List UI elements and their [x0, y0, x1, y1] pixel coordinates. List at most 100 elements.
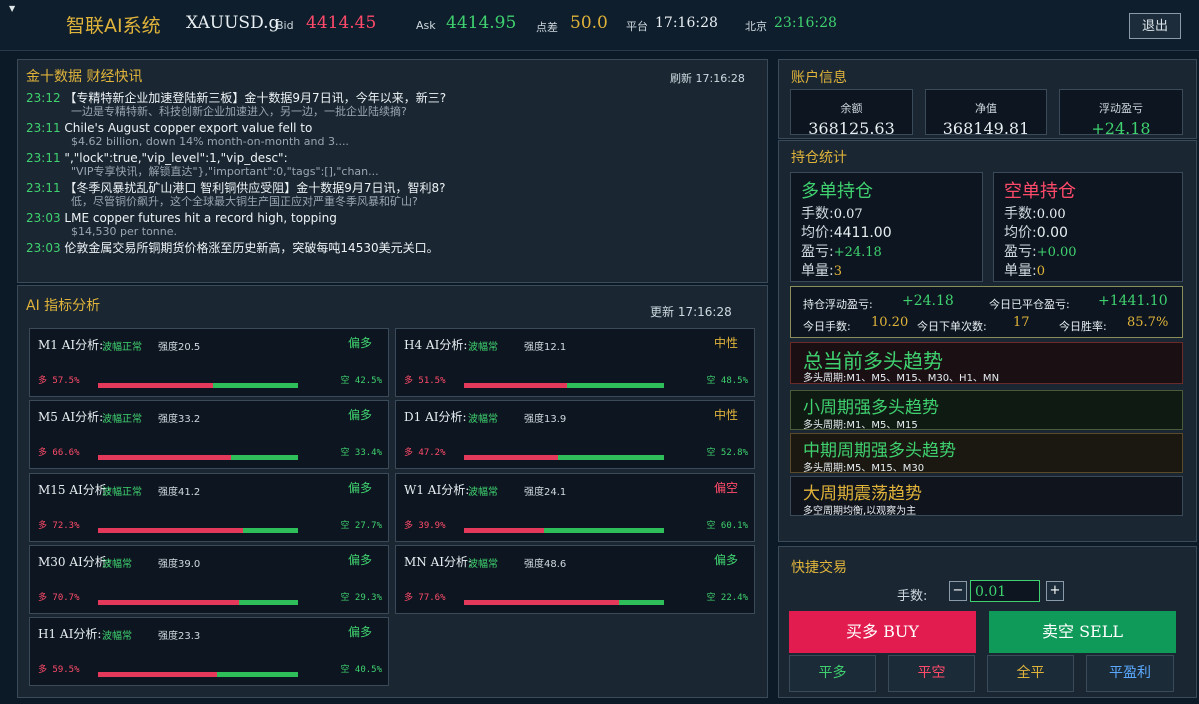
- trend-periods: 多头周期:M5、M15、M30: [803, 463, 925, 474]
- trend-heading: 大周期震荡趋势: [803, 484, 922, 504]
- short-pl-label: 盈亏:: [1004, 244, 1037, 260]
- summary-closed-value: +1441.10: [1098, 293, 1168, 309]
- news-summary: "VIP专享快讯，解锁直达"},"important":0,"tags":[],…: [71, 165, 379, 178]
- trend-box: 中期周期强多头趋势多头周期:M5、M15、M30: [790, 433, 1183, 474]
- sell-button[interactable]: 卖空 SELL: [989, 611, 1176, 653]
- ai-long-bar: [98, 600, 240, 605]
- close-long-button[interactable]: 平多: [789, 655, 876, 692]
- ai-long-pct: 多 70.7%: [38, 593, 80, 603]
- floating-pl-box: 浮动盈亏 +24.18: [1059, 89, 1183, 138]
- ai-long-short-bar: [464, 600, 664, 605]
- news-item[interactable]: 23:11 【冬季风暴扰乱矿山港口 智利铜供应受阻】金十数据9月7日讯，智利8?…: [26, 181, 446, 209]
- close-short-button[interactable]: 平空: [888, 655, 975, 692]
- ai-long-pct: 多 51.5%: [404, 376, 446, 386]
- ai-short-pct: 空 22.4%: [706, 593, 748, 603]
- short-lots-value: 0.00: [1036, 207, 1066, 222]
- summary-today-lots-value: 10.20: [871, 315, 909, 330]
- ai-short-bar: [242, 528, 298, 533]
- ai-signal: 偏多: [347, 553, 372, 567]
- long-count-row: 单量:3: [801, 260, 842, 280]
- ai-timeframe: M15 AI分析:: [38, 483, 111, 497]
- ai-strength: 强度13.9: [524, 414, 567, 425]
- ai-short-bar: [239, 600, 298, 605]
- lots-minus-button[interactable]: −: [949, 581, 967, 601]
- ai-signal: 中性: [713, 336, 738, 350]
- news-item[interactable]: 23:11 Chile's August copper export value…: [26, 122, 349, 149]
- news-item[interactable]: 23:03 LME copper futures hit a record hi…: [26, 212, 337, 239]
- buy-button[interactable]: 买多 BUY: [789, 611, 976, 653]
- ai-wave-status: 波幅常: [468, 559, 498, 570]
- account-title: 账户信息: [791, 70, 847, 86]
- news-item[interactable]: 23:11 ","lock":true,"vip_level":1,"vip_d…: [26, 151, 379, 179]
- long-pl-row: 盈亏:+24.18: [801, 241, 882, 261]
- ai-long-short-bar: [98, 383, 298, 388]
- news-summary: 一边是专精特新、科技创新企业加速进入，另一边，一批企业陆续摘?: [71, 105, 407, 118]
- ai-wave-status: 波幅常: [468, 487, 498, 498]
- ask-price: 4414.95: [446, 13, 517, 33]
- lots-label: 手数:: [897, 589, 928, 604]
- trend-box: 大周期震荡趋势 多空周期均衡,以观察为主: [790, 476, 1183, 517]
- news-summary: 低，尽管铜价飙升，这个全球最大铜生产国正应对严重冬季风暴和矿山?: [71, 195, 418, 208]
- balance-value: 368125.63: [808, 119, 895, 138]
- short-avg-label: 均价:: [1004, 225, 1037, 241]
- summary-winrate-value: 85.7%: [1127, 315, 1169, 330]
- ai-long-bar: [98, 455, 232, 460]
- platform-time: 17:16:28: [655, 15, 718, 31]
- news-item[interactable]: 23:03 伦敦金属交易所铜期货价格涨至历史新高，突破每吨14530美元关口。: [26, 242, 439, 255]
- positions-title: 持仓统计: [791, 150, 847, 166]
- ai-short-pct: 空 29.3%: [340, 593, 382, 603]
- close-profit-button[interactable]: 平盈利: [1086, 655, 1174, 692]
- trend-box: 总当前多头趋势 多头周期:M1、M5、M15、M30、H1、MN: [790, 342, 1183, 384]
- ai-long-pct: 多 77.6%: [404, 593, 446, 603]
- ai-long-short-bar: [464, 455, 664, 460]
- ai-wave-status: 波幅正常: [102, 414, 142, 425]
- ai-long-short-bar: [98, 600, 298, 605]
- ai-strength: 强度39.0: [158, 559, 201, 570]
- ai-analysis-card: M5 AI分析: 波幅正常 强度33.2 偏多多 66.6% 空 33.4%: [29, 400, 389, 469]
- quick-trade-title: 快捷交易: [791, 560, 847, 576]
- long-avg-row: 均价:4411.00: [801, 222, 892, 242]
- lots-plus-button[interactable]: +: [1046, 581, 1064, 601]
- trend-box: 小周期强多头趋势 多头周期:M1、M5、M15: [790, 390, 1183, 431]
- short-pl-row: 盈亏:+0.00: [1004, 241, 1077, 261]
- ai-analysis-card: MN AI分析: 波幅常 强度48.6 偏多多 77.6% 空 22.4%: [395, 545, 755, 614]
- ai-panel: AI 指标分析 更新 17:16:28 M1 AI分析: 波幅正常 强度20.5 偏多…: [17, 285, 768, 698]
- news-item[interactable]: 23:12 【专精特新企业加速登陆新三板】金十数据9月7日讯，今年以来，新三? 一…: [26, 91, 447, 119]
- ai-timeframe: W1 AI分析:: [404, 483, 470, 497]
- long-heading: 多单持仓: [801, 181, 873, 202]
- exit-button[interactable]: 退出: [1129, 13, 1181, 39]
- trend-heading: 中期周期强多头趋势: [803, 441, 956, 461]
- long-pl-label: 盈亏:: [801, 244, 834, 260]
- equity-box: 净值 368149.81: [925, 89, 1047, 138]
- news-panel: 金十数据 财经快讯 刷新 17:16:28 23:12 【专精特新企业加速登陆新…: [17, 59, 768, 283]
- ask-label: Ask: [416, 19, 436, 32]
- beijing-label: 北京: [745, 20, 767, 33]
- ai-long-short-bar: [464, 383, 664, 388]
- news-time: 23:12: [26, 91, 61, 105]
- dropdown-arrow-icon[interactable]: ▼: [9, 4, 15, 13]
- ai-signal: 中性: [713, 408, 738, 422]
- short-avg-value: 0.00: [1036, 225, 1068, 241]
- ai-long-pct: 多 47.2%: [404, 448, 446, 458]
- news-headline: 【专精特新企业加速登陆新三板】金十数据9月7日讯，今年以来，新三?: [64, 91, 447, 105]
- ai-short-pct: 空 42.5%: [340, 376, 382, 386]
- news-summary: $4.62 billion, down 14% month-on-month a…: [71, 135, 349, 148]
- ai-long-bar: [464, 383, 567, 388]
- trend-periods: 多头周期:M1、M5、M15、M30、H1、MN: [803, 373, 1000, 384]
- long-avg-value: 4411.00: [833, 225, 892, 241]
- ai-short-pct: 空 52.8%: [706, 448, 748, 458]
- short-heading: 空单持仓: [1004, 181, 1076, 202]
- ai-short-bar: [543, 528, 664, 533]
- short-position-box: 空单持仓 手数:0.00 均价:0.00 盈亏:+0.00 单量:0: [993, 172, 1183, 282]
- ai-timeframe: MN AI分析:: [404, 555, 473, 569]
- ai-wave-status: 波幅常: [468, 342, 498, 353]
- summary-today-orders-value: 17: [1013, 315, 1030, 330]
- news-time: 23:11: [26, 181, 61, 195]
- ai-wave-status: 波幅常: [468, 414, 498, 425]
- close-all-button[interactable]: 全平: [987, 655, 1074, 692]
- equity-label: 净值: [975, 102, 997, 115]
- news-time: 23:11: [26, 151, 61, 165]
- ai-timeframe: D1 AI分析:: [404, 410, 467, 424]
- lots-input[interactable]: 0.01: [970, 580, 1040, 602]
- trend-heading: 小周期强多头趋势: [803, 398, 939, 418]
